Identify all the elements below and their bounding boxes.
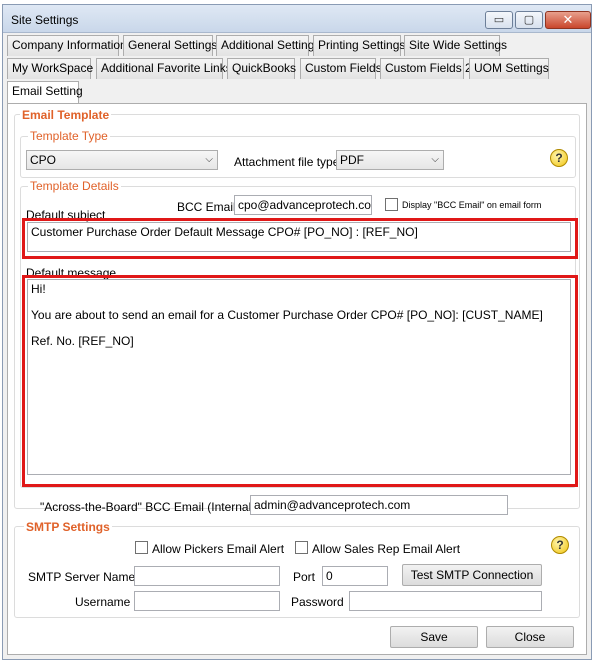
allow-pickers-checkbox[interactable]	[135, 541, 148, 554]
tab-custom-fields[interactable]: Custom Fields	[300, 58, 382, 79]
maximize-icon: ▢	[523, 14, 535, 26]
port-label: Port	[293, 570, 316, 584]
title-bar: Site Settings ▭ ▢ ✕	[3, 5, 591, 33]
close-button[interactable]: Close	[486, 626, 574, 648]
password-label: Password	[291, 595, 344, 609]
password-input[interactable]	[349, 591, 542, 611]
help-icon[interactable]: ?	[550, 149, 568, 167]
tab-additional-favorite-links[interactable]: Additional Favorite Links	[96, 58, 232, 79]
tab-additional-setting[interactable]: Additional Setting	[216, 35, 314, 56]
allow-sales-rep-checkbox[interactable]	[295, 541, 308, 554]
default-subject-input[interactable]: Customer Purchase Order Default Message …	[27, 222, 571, 252]
smtp-server-input[interactable]	[134, 566, 280, 586]
allow-pickers-label: Allow Pickers Email Alert	[152, 542, 285, 556]
tab-email-setting[interactable]: Email Setting	[7, 81, 83, 105]
tab-uom-settings[interactable]: UOM Settings	[469, 58, 549, 79]
test-smtp-connection-button[interactable]: Test SMTP Connection	[402, 564, 542, 586]
attachment-file-type-value: PDF	[340, 153, 364, 167]
template-type-value: CPO	[30, 153, 57, 167]
bcc-email-input[interactable]: cpo@advanceprotech.com	[234, 195, 372, 215]
chevron-down-icon: ⌵	[205, 154, 213, 165]
maximize-button[interactable]: ▢	[515, 11, 543, 29]
help-icon[interactable]: ?	[551, 536, 569, 554]
tab-my-workspace[interactable]: My WorkSpace	[7, 58, 93, 79]
window-title: Site Settings	[11, 13, 79, 27]
tab-company-information[interactable]: Company Information	[7, 35, 127, 56]
save-button[interactable]: Save	[390, 626, 478, 648]
tab-quickbooks[interactable]: QuickBooks	[227, 58, 296, 79]
site-settings-window: Site Settings ▭ ▢ ✕ Company Information …	[2, 4, 592, 660]
tab-site-wide-settings[interactable]: Site Wide Settings	[404, 35, 507, 56]
chevron-down-icon: ⌵	[431, 154, 439, 165]
display-bcc-checkbox[interactable]	[385, 198, 398, 211]
username-input[interactable]	[134, 591, 280, 611]
allow-sales-rep-label: Allow Sales Rep Email Alert	[312, 542, 461, 556]
across-board-bcc-label: "Across-the-Board" BCC Email (Internal)	[40, 500, 256, 514]
minimize-button[interactable]: ▭	[485, 11, 513, 29]
smtp-settings-title: SMTP Settings	[24, 520, 112, 534]
default-message-textarea[interactable]: Hi! You are about to send an email for a…	[27, 279, 571, 475]
smtp-server-label: SMTP Server Name	[28, 570, 136, 584]
template-details-title: Template Details	[28, 179, 121, 193]
port-input[interactable]: 0	[322, 566, 388, 586]
display-bcc-label: Display "BCC Email" on email form	[402, 200, 542, 210]
email-template-title: Email Template	[20, 108, 112, 122]
tab-custom-fields-2[interactable]: Custom Fields 2	[380, 58, 472, 79]
close-icon: ✕	[562, 12, 574, 27]
tab-general-settings[interactable]: General Settings	[123, 35, 217, 56]
minimize-icon: ▭	[493, 14, 505, 26]
close-window-button[interactable]: ✕	[545, 11, 591, 29]
bcc-email-label: BCC Email	[177, 200, 236, 214]
template-type-title: Template Type	[28, 129, 110, 143]
tab-printing-settings[interactable]: Printing Settings	[313, 35, 405, 56]
attachment-file-type-select[interactable]: PDF ⌵	[336, 150, 444, 170]
username-label: Username	[75, 595, 131, 609]
template-type-select[interactable]: CPO ⌵	[26, 150, 218, 170]
email-setting-pane: Email Template Template Type CPO ⌵ Attac…	[7, 103, 587, 655]
across-board-bcc-input[interactable]: admin@advanceprotech.com	[250, 495, 508, 515]
attachment-file-type-label: Attachment file type	[234, 155, 340, 169]
